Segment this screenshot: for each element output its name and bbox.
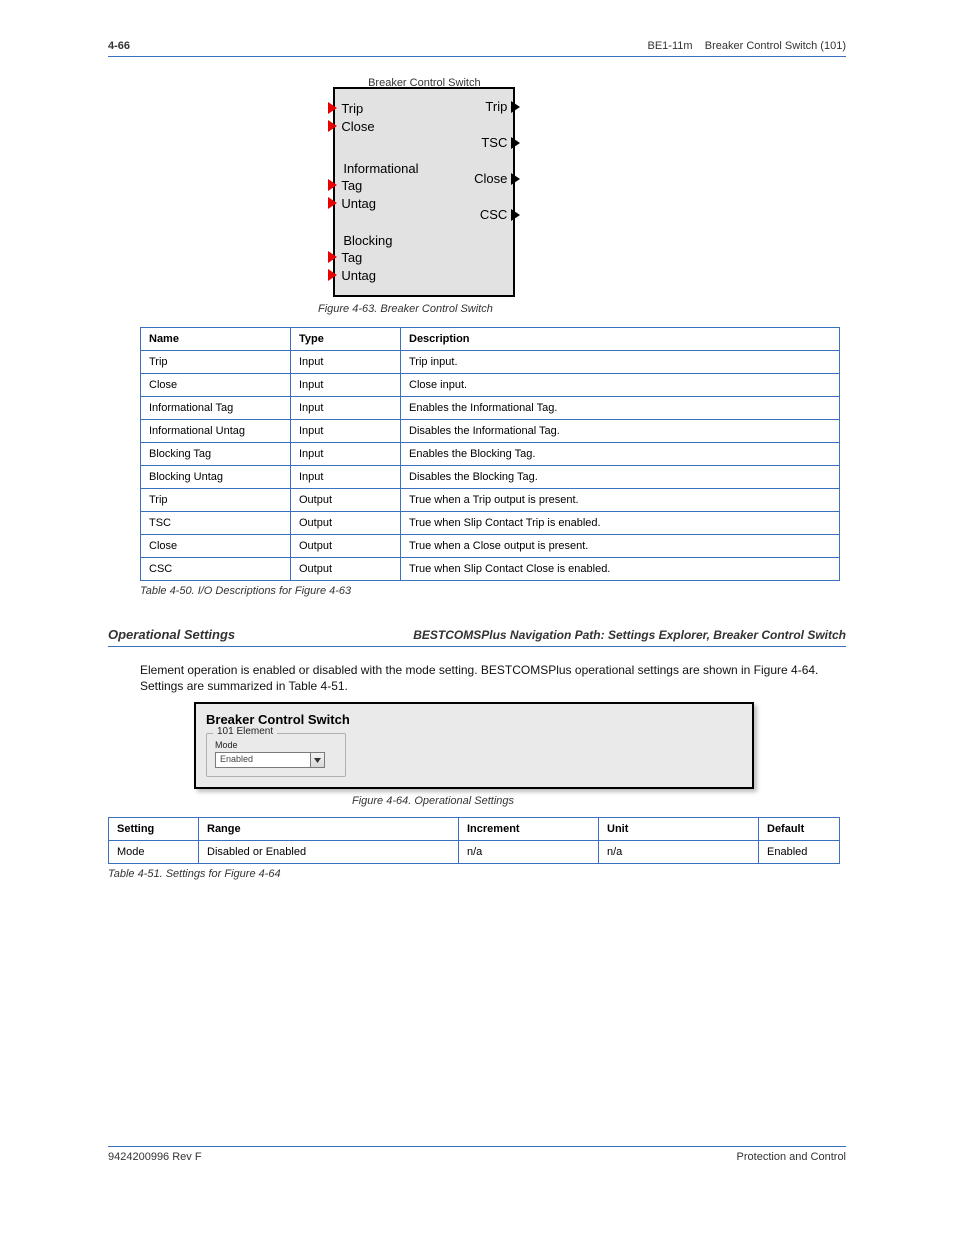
arrow-right-icon — [511, 173, 520, 185]
io-table-caption: Table 4-50. I/O Descriptions for Figure … — [140, 585, 846, 597]
arrow-right-icon — [328, 179, 337, 191]
settings-window: Breaker Control Switch 101 Element Mode … — [194, 702, 754, 789]
input-block-untag: Untag — [335, 266, 392, 284]
input-info-untag: Untag — [335, 194, 418, 212]
io-table: Name Type Description TripInputTrip inpu… — [140, 327, 840, 581]
body-paragraph: Element operation is enabled or disabled… — [140, 663, 846, 694]
section-operational-heading: Operational Settings — [108, 627, 235, 642]
table-header-row: Setting Range Increment Unit Default — [109, 818, 840, 841]
output-trip: Trip — [485, 99, 507, 114]
mode-combo-value: Enabled — [216, 753, 257, 767]
figure-caption-1: Figure 4-63. Breaker Control Switch — [318, 303, 846, 315]
input-trip: Trip — [335, 99, 374, 117]
footer-rule — [108, 1146, 846, 1147]
footer-left: 9424200996 Rev F — [108, 1151, 202, 1163]
page-number: 4-66 — [108, 40, 130, 52]
input-close: Close — [335, 117, 374, 135]
arrow-right-icon — [328, 269, 337, 281]
table-header-row: Name Type Description — [141, 328, 840, 351]
section-rule — [108, 646, 846, 647]
settings-group-legend: 101 Element — [213, 726, 277, 737]
table-row: Informational TagInputEnables the Inform… — [141, 397, 840, 420]
input-info-tag: Tag — [335, 176, 418, 194]
arrow-right-icon — [511, 137, 520, 149]
arrow-right-icon — [511, 101, 520, 113]
table-row: TripInputTrip input. — [141, 351, 840, 374]
settings-window-title: Breaker Control Switch — [206, 712, 742, 727]
header-chapter: BE1-11m — [647, 40, 692, 52]
arrow-right-icon — [511, 209, 520, 221]
output-close: Close — [474, 171, 507, 186]
table-row: CSCOutputTrue when Slip Contact Close is… — [141, 558, 840, 581]
table-row: CloseOutputTrue when a Close output is p… — [141, 535, 840, 558]
settings-group-101: 101 Element Mode Enabled — [206, 733, 346, 777]
mode-combo[interactable]: Enabled — [215, 752, 325, 768]
input-block-tag: Tag — [335, 248, 392, 266]
arrow-right-icon — [328, 102, 337, 114]
header-subject: Breaker Control Switch (101) — [705, 40, 846, 52]
page-footer: 9424200996 Rev F Protection and Control — [108, 1151, 846, 1163]
group-informational-head: Informational — [335, 161, 418, 176]
group-blocking-head: Blocking — [335, 233, 392, 248]
table-row: ModeDisabled or Enabledn/an/aEnabled — [109, 841, 840, 864]
footer-right: Protection and Control — [737, 1151, 846, 1163]
output-tsc: TSC — [481, 135, 507, 150]
table-row: TripOutputTrue when a Trip output is pre… — [141, 489, 840, 512]
figure-caption-settings: Figure 4-64. Operational Settings — [352, 795, 846, 807]
function-block: Breaker Control Switch Trip Close Inform… — [333, 87, 515, 297]
mode-label: Mode — [215, 740, 337, 750]
output-csc: CSC — [480, 207, 507, 222]
table-row: Informational UntagInputDisables the Inf… — [141, 420, 840, 443]
settings-table-caption: Table 4-51. Settings for Figure 4-64 — [108, 868, 846, 880]
arrow-right-icon — [328, 197, 337, 209]
table-row: Blocking UntagInputDisables the Blocking… — [141, 466, 840, 489]
settings-table: Setting Range Increment Unit Default Mod… — [108, 817, 840, 864]
table-row: Blocking TagInputEnables the Blocking Ta… — [141, 443, 840, 466]
table-row: TSCOutputTrue when Slip Contact Trip is … — [141, 512, 840, 535]
nav-path-text: BESTCOMSPlus Navigation Path: Settings E… — [413, 628, 846, 642]
header-rule — [108, 56, 846, 57]
chevron-down-icon[interactable] — [310, 753, 324, 767]
function-block-title: Breaker Control Switch — [368, 77, 481, 89]
page-header: 4-66 BE1-11m Breaker Control Switch (101… — [108, 40, 846, 52]
arrow-right-icon — [328, 251, 337, 263]
arrow-right-icon — [328, 120, 337, 132]
table-row: CloseInputClose input. — [141, 374, 840, 397]
